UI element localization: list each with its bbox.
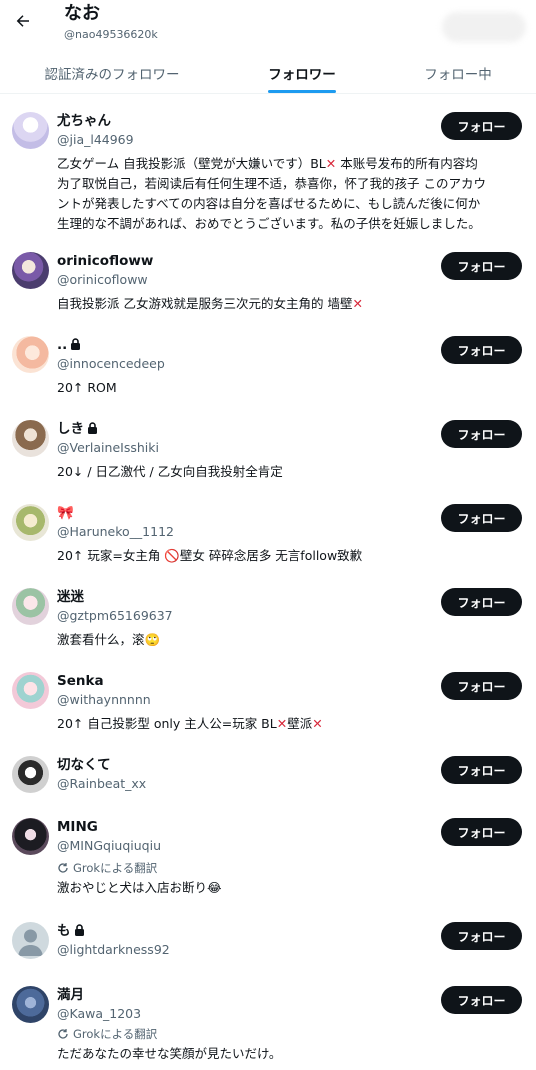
user-bio: 20↓ / 日乙激代 / 乙女向自我投射全肯定 xyxy=(57,462,523,482)
follow-button[interactable]: フォロー xyxy=(441,818,522,846)
list-item[interactable]: orinicofloww @orinicofloww フォロー 自我投影派 乙女… xyxy=(0,252,536,322)
user-handle: @innocencedeep xyxy=(57,356,165,371)
user-name[interactable]: しき xyxy=(57,420,98,438)
user-handle: @VerlaineIsshiki xyxy=(57,440,159,455)
user-name[interactable]: MING xyxy=(57,818,98,836)
tab-following[interactable]: フォロー中 xyxy=(380,52,536,94)
page-handle: @nao49536620k xyxy=(64,28,158,41)
avatar[interactable] xyxy=(12,672,49,709)
user-bio: 20↑ 玩家=女主角 🚫壁女 碎碎念居多 无言follow致歉 xyxy=(57,546,523,566)
follow-button[interactable]: フォロー xyxy=(441,112,522,140)
user-handle: @Kawa_1203 xyxy=(57,1006,142,1021)
avatar[interactable] xyxy=(12,922,49,959)
list-item[interactable]: 🎀 @Haruneko__1112 フォロー 20↑ 玩家=女主角 🚫壁女 碎碎… xyxy=(0,504,536,574)
user-name[interactable]: 尤ちゃん xyxy=(57,112,111,130)
avatar[interactable] xyxy=(12,588,49,625)
user-handle: @orinicofloww xyxy=(57,272,148,287)
page-title: なお xyxy=(64,3,100,24)
user-bio: 激おやじと犬は入店お断り😂 xyxy=(57,878,523,898)
bio-line: 激おやじと犬は入店お断り😂 xyxy=(57,880,222,895)
bio-line: 为了取悦自己，若阅读后有任何生理不适，恭喜你，怀了我的孩子 このアカウ xyxy=(57,176,486,191)
follow-button[interactable]: フォロー xyxy=(441,336,522,364)
bio-line: ただあなたの幸せな笑顔が見たいだけ。 xyxy=(57,1046,282,1061)
list-item[interactable]: 切なくて @Rainbeat_xx フォロー xyxy=(0,756,536,806)
active-tab-indicator xyxy=(268,90,336,93)
avatar[interactable] xyxy=(12,336,49,373)
list-item[interactable]: も @lightdarkness92 フォロー xyxy=(0,922,536,972)
follow-button[interactable]: フォロー xyxy=(441,504,522,532)
user-name[interactable]: orinicofloww xyxy=(57,252,153,270)
header-action-placeholder xyxy=(442,12,526,42)
follow-button[interactable]: フォロー xyxy=(441,986,522,1014)
user-bio: 自我投影派 乙女游戏就是服务三次元的女主角的 墙壁✕ xyxy=(57,294,523,314)
user-name[interactable]: Senka xyxy=(57,672,104,690)
grok-translate-link[interactable]: Grokによる翻訳 xyxy=(57,1026,157,1042)
translate-label: Grokによる翻訳 xyxy=(73,861,158,875)
list-item[interactable]: Senka @withaynnnnn フォロー 20↑ 自己投影型 only 主… xyxy=(0,672,536,742)
follow-button[interactable]: フォロー xyxy=(441,252,522,280)
user-handle: @MINGqiuqiuqiu xyxy=(57,838,161,853)
follow-button[interactable]: フォロー xyxy=(441,420,522,448)
user-name[interactable]: 満月 xyxy=(57,986,84,1004)
lock-icon xyxy=(88,422,97,434)
user-name[interactable]: 切なくて xyxy=(57,756,111,774)
lock-icon xyxy=(71,338,81,350)
user-name[interactable]: も xyxy=(57,922,85,940)
back-button[interactable] xyxy=(10,8,36,34)
user-bio: 20↑ ROM xyxy=(57,378,523,398)
refresh-icon xyxy=(58,863,68,873)
avatar[interactable] xyxy=(12,420,49,457)
default-avatar-icon xyxy=(18,929,43,956)
list-item[interactable]: 迷迷 @gztpm65169637 フォロー 激套看什么，滚🙄 xyxy=(0,588,536,658)
list-item[interactable]: .. @innocencedeep フォロー 20↑ ROM xyxy=(0,336,536,406)
bio-line: 乙女ゲーム 自我投影派（壁党が大嫌いです）BL✕ 本账号发布的所有内容均 xyxy=(57,156,478,171)
bio-line: 生理的な不調があれば、おめでとうございます。私の子供を妊娠しました。 xyxy=(57,216,481,231)
user-bio: 20↑ 自己投影型 only 主人公=玩家 BL✕壁派✕ xyxy=(57,714,523,734)
user-bio: 激套看什么，滚🙄 xyxy=(57,630,523,650)
user-bio: ただあなたの幸せな笑顔が見たいだけ。 xyxy=(57,1044,523,1064)
avatar[interactable] xyxy=(12,112,49,149)
follow-button[interactable]: フォロー xyxy=(441,756,522,784)
avatar[interactable] xyxy=(12,504,49,541)
tab-verified-followers[interactable]: 認証済みのフォロワー xyxy=(0,52,224,94)
tab-followers[interactable]: フォロワー xyxy=(224,52,380,94)
list-item[interactable]: MING @MINGqiuqiuqiu フォロー Grokによる翻訳 激おやじと… xyxy=(0,818,536,908)
bio-line: 自我投影派 乙女游戏就是服务三次元的女主角的 墙壁✕ xyxy=(57,296,363,311)
bio-line: 激套看什么，滚🙄 xyxy=(57,632,161,647)
profile-header: なお @nao49536620k xyxy=(0,0,536,50)
user-handle: @gztpm65169637 xyxy=(57,608,173,623)
grok-translate-link[interactable]: Grokによる翻訳 xyxy=(57,860,157,876)
user-name[interactable]: .. xyxy=(57,336,81,354)
user-handle: @jia_l44969 xyxy=(57,132,134,147)
avatar[interactable] xyxy=(12,252,49,289)
avatar[interactable] xyxy=(12,986,49,1023)
user-name[interactable]: 迷迷 xyxy=(57,588,84,606)
list-item[interactable]: しき @VerlaineIsshiki フォロー 20↓ / 日乙激代 / 乙女… xyxy=(0,420,536,490)
user-name[interactable]: 🎀 xyxy=(57,504,74,522)
list-item[interactable]: 尤ちゃん @jia_l44969 フォロー 乙女ゲーム 自我投影派（壁党が大嫌い… xyxy=(0,112,536,242)
lock-icon xyxy=(74,924,84,936)
avatar[interactable] xyxy=(12,818,49,855)
arrow-left-icon xyxy=(16,15,29,27)
bio-line: 20↑ 玩家=女主角 🚫壁女 碎碎念居多 无言follow致歉 xyxy=(57,548,363,563)
follower-tabs: 認証済みのフォロワー フォロワー フォロー中 xyxy=(0,52,536,94)
follow-button[interactable]: フォロー xyxy=(441,922,522,950)
user-handle: @lightdarkness92 xyxy=(57,942,170,957)
translate-label: Grokによる翻訳 xyxy=(73,1027,158,1041)
user-bio: 乙女ゲーム 自我投影派（壁党が大嫌いです）BL✕ 本账号发布的所有内容均 为了取… xyxy=(57,154,523,234)
user-handle: @withaynnnnn xyxy=(57,692,151,707)
user-handle: @Rainbeat_xx xyxy=(57,776,147,791)
refresh-icon xyxy=(58,1029,68,1039)
bio-line: ントが発表したすべての内容は自分を喜ばせるために、もし読んだ後に何か xyxy=(57,196,481,211)
follow-button[interactable]: フォロー xyxy=(441,672,522,700)
avatar[interactable] xyxy=(12,756,49,793)
follow-button[interactable]: フォロー xyxy=(441,588,522,616)
bio-line: 20↓ / 日乙激代 / 乙女向自我投射全肯定 xyxy=(57,464,283,479)
bio-line: 20↑ 自己投影型 only 主人公=玩家 BL✕壁派✕ xyxy=(57,716,323,731)
list-item[interactable]: 満月 @Kawa_1203 フォロー Grokによる翻訳 ただあなたの幸せな笑顔… xyxy=(0,986,536,1070)
user-handle: @Haruneko__1112 xyxy=(57,524,174,539)
bio-line: 20↑ ROM xyxy=(57,380,117,395)
